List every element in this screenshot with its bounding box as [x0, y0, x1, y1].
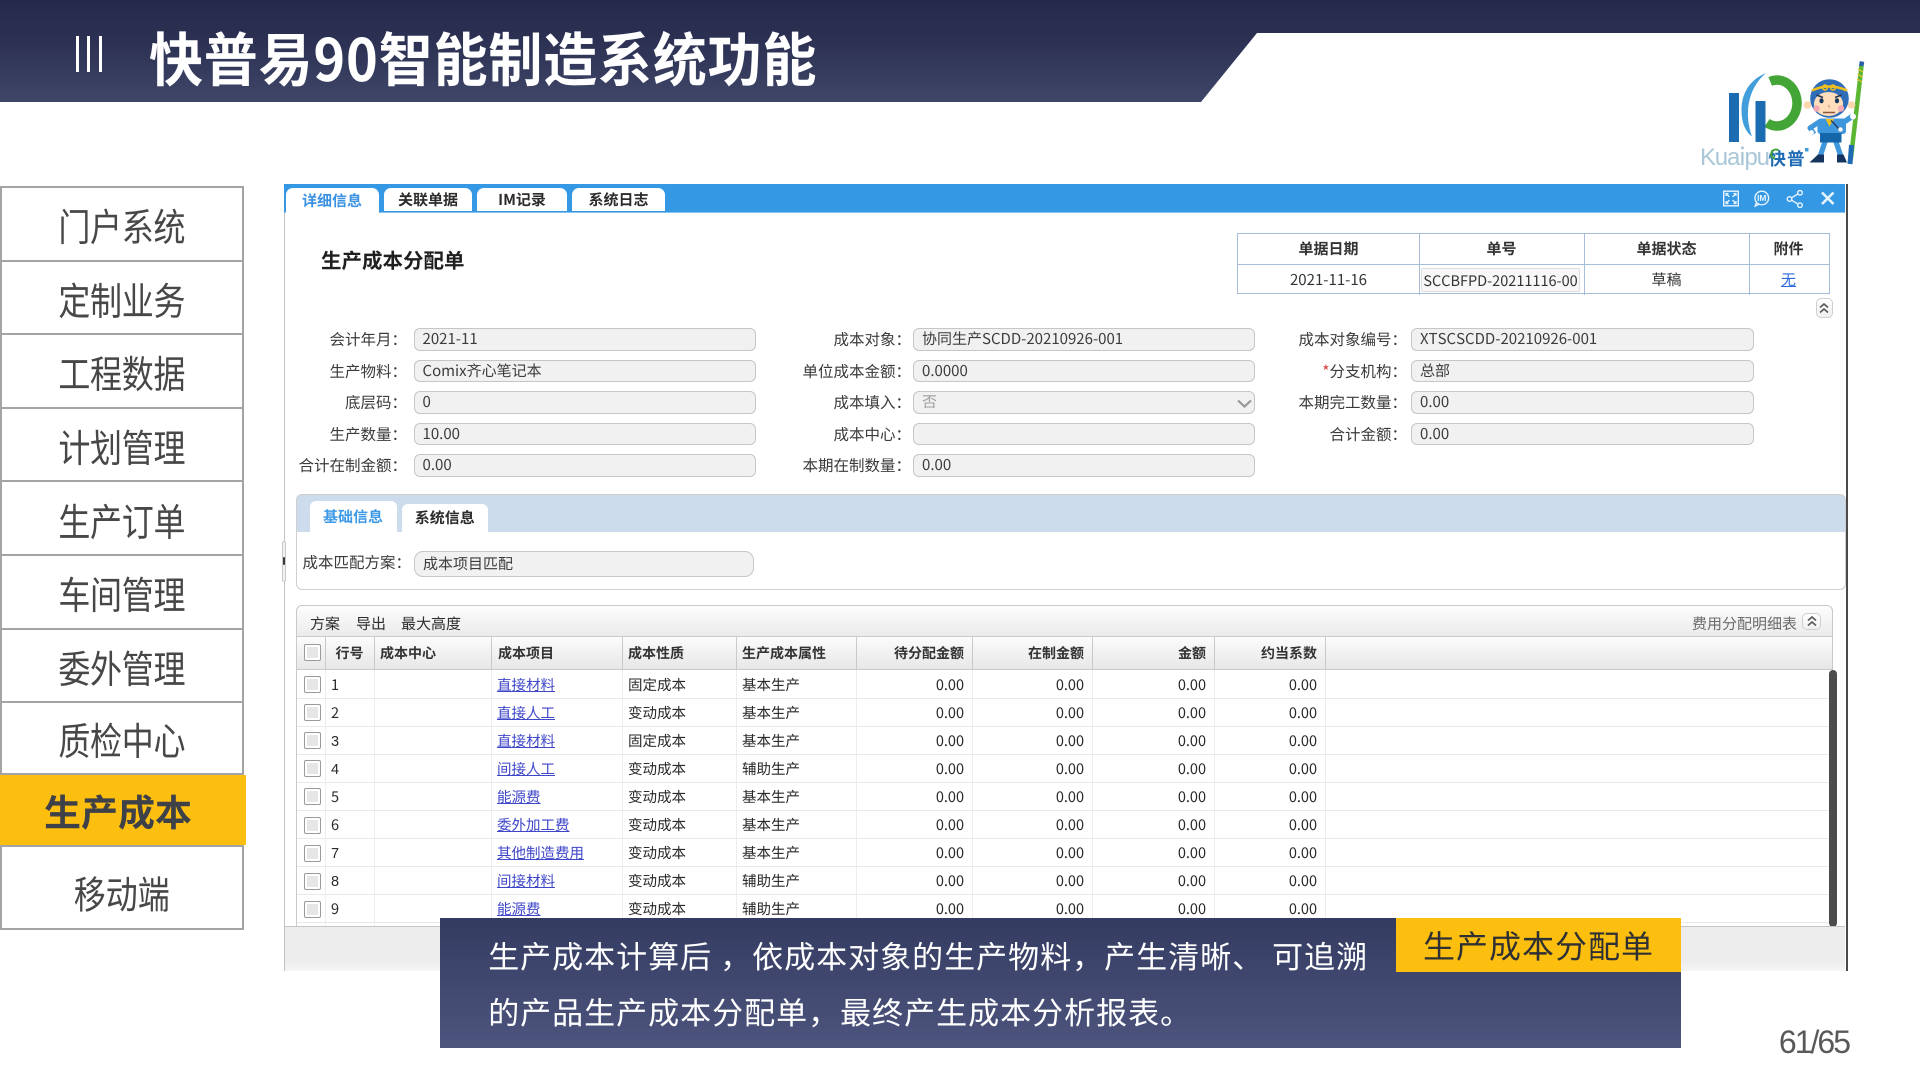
svg-text:IM: IM [1757, 193, 1766, 203]
svg-text:Kuaipu: Kuaipu [1700, 137, 1769, 170]
